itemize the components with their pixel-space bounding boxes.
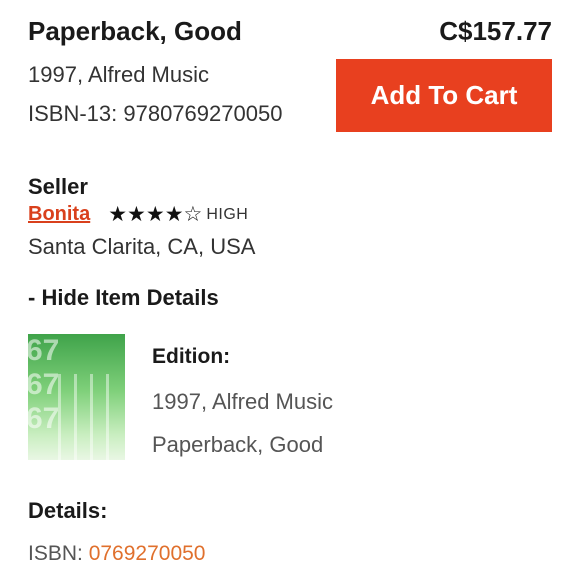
- book-cover-image: 67 67 67: [28, 334, 125, 460]
- edition-format: Paperback, Good: [152, 432, 324, 457]
- star-filled-icon: ★: [127, 203, 146, 226]
- seller-rating: ★ ★ ★ ★ ☆: [108, 204, 202, 225]
- edition-heading: Edition:: [152, 345, 231, 368]
- book-cover-thumbnail[interactable]: 67 67 67: [28, 334, 125, 460]
- listing-title: Paperback, Good: [28, 16, 242, 46]
- listing-price: C$157.77: [439, 16, 552, 46]
- rating-label: HIGH: [206, 205, 249, 223]
- isbn-row: ISBN: 0769270050: [28, 542, 205, 566]
- star-filled-icon: ★: [145, 203, 165, 226]
- isbn-link[interactable]: 0769270050: [89, 542, 206, 565]
- details-heading: Details:: [28, 498, 108, 523]
- star-empty-icon: ☆: [183, 203, 203, 226]
- star-filled-icon: ★: [164, 203, 184, 226]
- edition-publication: 1997, Alfred Music: [152, 389, 333, 414]
- isbn13-text: ISBN-13: 9780769270050: [28, 101, 283, 126]
- publication-info: 1997, Alfred Music: [28, 62, 209, 87]
- star-filled-icon: ★: [108, 203, 128, 226]
- isbn-label: ISBN:: [28, 542, 89, 565]
- seller-location: Santa Clarita, CA, USA: [28, 234, 256, 259]
- seller-heading: Seller: [28, 174, 88, 199]
- hide-item-details-toggle[interactable]: - Hide Item Details: [28, 285, 219, 311]
- seller-row: Bonita ★ ★ ★ ★ ☆ HIGH: [28, 203, 248, 226]
- seller-name-link[interactable]: Bonita: [28, 203, 90, 226]
- add-to-cart-button[interactable]: Add To Cart: [336, 59, 552, 132]
